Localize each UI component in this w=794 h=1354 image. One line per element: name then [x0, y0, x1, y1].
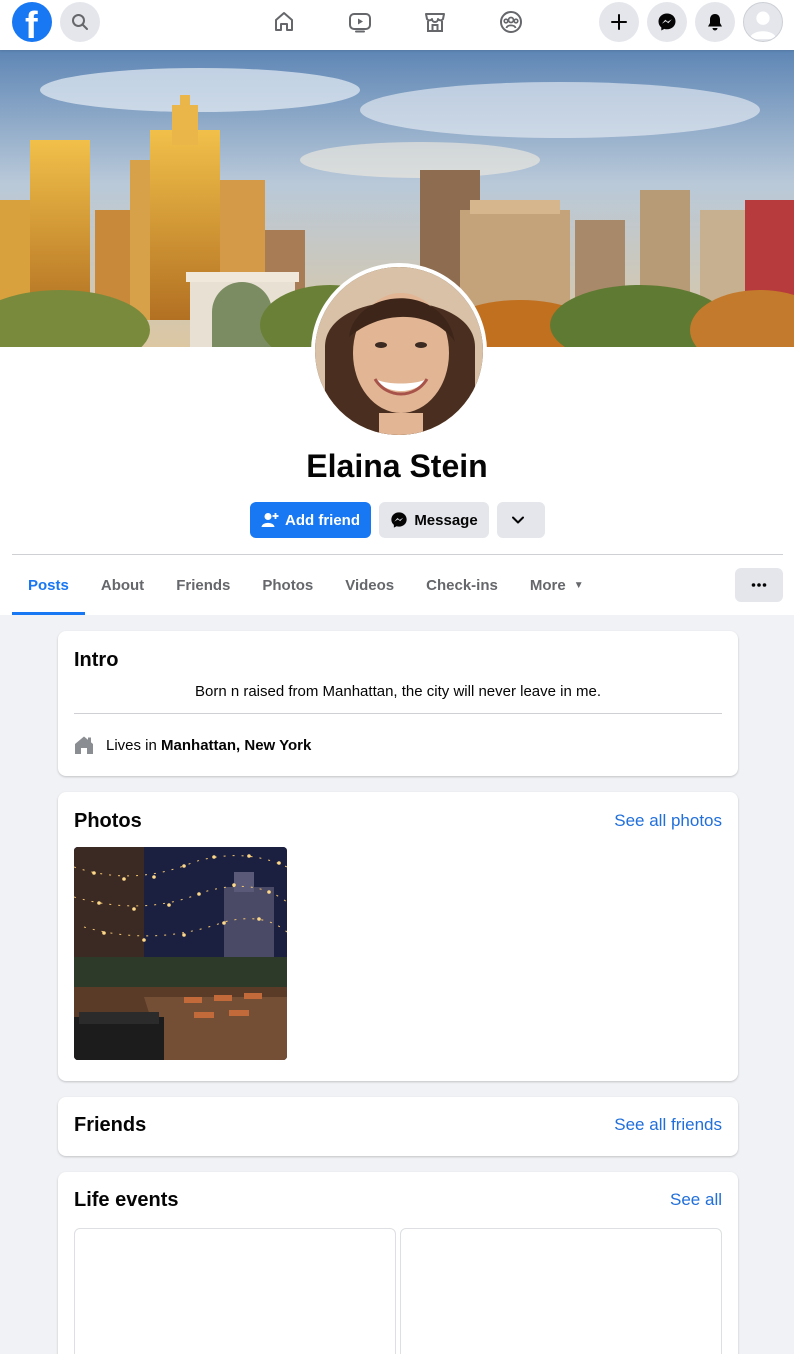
- tab-photos[interactable]: Photos: [246, 555, 329, 615]
- facebook-logo[interactable]: f: [12, 2, 52, 47]
- messenger-icon: [658, 13, 676, 31]
- life-events-card: Life events See all: [58, 1172, 738, 1354]
- intro-card: Intro Born n raised from Manhattan, the …: [58, 631, 738, 776]
- messenger-icon: [391, 512, 407, 528]
- lives-prefix: Lives in: [106, 736, 162, 754]
- default-avatar-icon: [749, 11, 777, 40]
- top-navigation-bar: f: [0, 0, 794, 50]
- add-friend-label: Add friend: [285, 511, 360, 529]
- profile-picture[interactable]: [311, 263, 487, 439]
- profile-name: Elaina Stein: [306, 448, 488, 484]
- bell-icon: [708, 14, 722, 31]
- tab-posts[interactable]: Posts: [12, 555, 85, 615]
- tab-friends[interactable]: Friends: [160, 555, 246, 615]
- lives-place-link[interactable]: Manhattan, New York: [161, 737, 311, 754]
- photo-thumbnail[interactable]: [74, 847, 287, 1060]
- tab-about[interactable]: About: [85, 555, 160, 615]
- life-events-title: Life events: [74, 1189, 179, 1211]
- lives-in-row: Lives in Manhattan, New York: [74, 735, 311, 755]
- tab-check-ins[interactable]: Check-ins: [410, 555, 514, 615]
- add-friend-button[interactable]: Add friend: [250, 502, 371, 538]
- caret-down-icon: ▼: [573, 579, 584, 591]
- account-avatar[interactable]: [743, 2, 783, 42]
- watch-icon[interactable]: [347, 9, 373, 35]
- home-icon: [75, 736, 93, 754]
- photos-title: Photos: [74, 810, 142, 832]
- create-button[interactable]: [599, 2, 639, 42]
- more-dots-icon: [751, 583, 767, 587]
- see-all-life-events-link[interactable]: See all: [670, 1190, 722, 1210]
- tab-videos[interactable]: Videos: [329, 555, 410, 615]
- profile-more-dropdown[interactable]: [497, 502, 545, 538]
- friends-title: Friends: [74, 1114, 147, 1136]
- groups-icon[interactable]: [498, 9, 524, 35]
- message-label: Message: [414, 511, 478, 529]
- tab-more[interactable]: More ▼: [514, 555, 600, 615]
- chevron-down-icon: [512, 516, 524, 524]
- profile-tabs: Posts About Friends Photos Videos Check-…: [12, 555, 600, 615]
- life-event-item[interactable]: [74, 1228, 396, 1354]
- marketplace-icon[interactable]: [422, 9, 448, 35]
- intro-title: Intro: [74, 649, 119, 671]
- search-button[interactable]: [60, 2, 100, 42]
- friends-card: Friends See all friends: [58, 1097, 738, 1156]
- photos-card: Photos See all photos: [58, 792, 738, 1081]
- intro-bio: Born n raised from Manhattan, the city w…: [194, 683, 602, 700]
- intro-divider: [74, 713, 722, 714]
- see-all-photos-link[interactable]: See all photos: [614, 811, 722, 831]
- messenger-button[interactable]: [647, 2, 687, 42]
- see-all-friends-link[interactable]: See all friends: [614, 1115, 722, 1135]
- search-icon: [72, 14, 88, 30]
- message-button[interactable]: Message: [379, 502, 489, 538]
- plus-icon: [611, 14, 627, 30]
- add-friend-icon: [261, 513, 279, 527]
- home-icon[interactable]: [271, 9, 297, 35]
- tabs-options-button[interactable]: [735, 568, 783, 602]
- notifications-button[interactable]: [695, 2, 735, 42]
- life-event-item[interactable]: [400, 1228, 722, 1354]
